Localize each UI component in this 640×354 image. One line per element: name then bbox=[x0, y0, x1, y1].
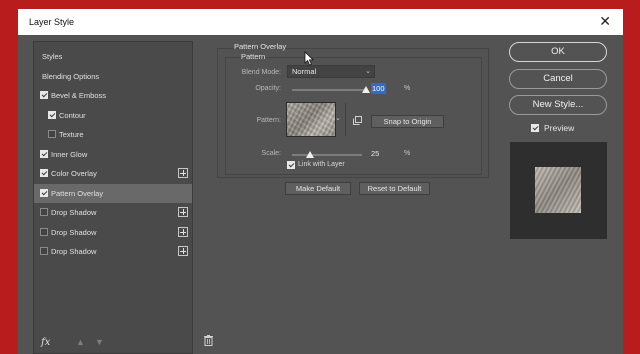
preview-checkbox[interactable] bbox=[531, 124, 539, 132]
chevron-down-icon[interactable]: ⌄ bbox=[335, 114, 341, 122]
snap-to-origin-button[interactable]: Snap to Origin bbox=[371, 115, 444, 128]
sidebar-item[interactable]: Blending Options bbox=[34, 67, 192, 86]
sidebar-item-checkbox[interactable] bbox=[48, 130, 56, 138]
add-effect-icon[interactable] bbox=[178, 246, 188, 256]
add-effect-icon[interactable] bbox=[178, 207, 188, 217]
fx-icon[interactable]: fx bbox=[41, 337, 50, 348]
link-with-layer-checkbox[interactable] bbox=[287, 161, 295, 169]
sidebar-item-label: Drop Shadow bbox=[51, 227, 97, 237]
sidebar-item-checkbox[interactable] bbox=[40, 227, 48, 236]
trash-icon[interactable] bbox=[204, 335, 213, 346]
sidebar-item-checkbox[interactable] bbox=[40, 91, 48, 99]
sidebar-item-label: Styles bbox=[42, 52, 63, 61]
preview-swatch bbox=[535, 167, 581, 213]
link-with-layer-label: Link with Layer bbox=[298, 161, 345, 168]
sidebar-toolbar: fx ▲ ▼ bbox=[34, 331, 213, 353]
sidebar-item-label: Bevel & Emboss bbox=[51, 91, 107, 100]
sidebar-item[interactable]: Drop Shadow bbox=[34, 242, 192, 261]
sidebar-item-checkbox[interactable] bbox=[40, 208, 48, 216]
sidebar-item-checkbox[interactable] bbox=[48, 110, 56, 119]
make-default-button[interactable]: Make Default bbox=[285, 182, 351, 195]
scale-label: Scale: bbox=[261, 150, 281, 157]
blend-mode-label: Blend Mode: bbox=[241, 69, 281, 76]
cancel-button[interactable]: Cancel bbox=[509, 69, 607, 89]
ok-button[interactable]: OK bbox=[509, 42, 607, 62]
sidebar-item[interactable]: Color Overlay bbox=[34, 164, 192, 183]
sidebar-item-label: Color Overlay bbox=[51, 169, 97, 178]
sidebar-item[interactable]: Styles bbox=[34, 47, 192, 66]
sidebar-item-label: Drop Shadow bbox=[51, 247, 97, 256]
sidebar-item-checkbox[interactable] bbox=[40, 188, 48, 197]
section-title: Pattern Overlay bbox=[234, 42, 287, 51]
sidebar-item-checkbox[interactable] bbox=[40, 149, 48, 158]
opacity-input[interactable]: 100 bbox=[371, 83, 386, 94]
sidebar-item[interactable]: Bevel & Emboss bbox=[34, 86, 192, 105]
sidebar-item[interactable]: Texture bbox=[34, 125, 192, 144]
scale-slider-track[interactable] bbox=[292, 154, 362, 156]
subsection-title: Pattern bbox=[241, 52, 266, 61]
mouse-cursor-icon bbox=[304, 51, 314, 66]
chevron-down-icon: ⌄ bbox=[365, 68, 371, 75]
sidebar-item-label: Drop Shadow bbox=[51, 208, 97, 217]
sidebar-item[interactable]: Drop Shadow bbox=[34, 203, 192, 222]
reset-to-default-button[interactable]: Reset to Default bbox=[359, 182, 430, 195]
sidebar-item-label: Blending Options bbox=[42, 71, 100, 81]
styles-sidebar: Drop Shadow Drop Shadow Drop Shadow Pattern… bbox=[33, 41, 213, 354]
scale-input[interactable]: 25 bbox=[371, 148, 379, 159]
preview-label: Preview bbox=[544, 123, 575, 133]
scale-unit: % bbox=[404, 150, 411, 157]
sidebar-item[interactable]: Inner Glow bbox=[34, 145, 192, 164]
sidebar-item-label: Texture bbox=[59, 130, 84, 139]
window-title: Layer Style bbox=[29, 17, 75, 27]
add-effect-icon[interactable] bbox=[178, 226, 188, 237]
opacity-slider-thumb[interactable] bbox=[362, 86, 370, 93]
pattern-picker[interactable] bbox=[286, 102, 336, 137]
sidebar-item-label: Inner Glow bbox=[51, 149, 88, 159]
blend-mode-select[interactable]: Normal ⌄ bbox=[287, 65, 375, 78]
scale-slider-thumb[interactable] bbox=[305, 151, 314, 158]
sidebar-item-label: Pattern Overlay bbox=[51, 188, 104, 198]
title-bar: Layer Style ✕ bbox=[18, 9, 623, 35]
add-effect-icon[interactable] bbox=[178, 168, 188, 178]
pattern-divider bbox=[345, 103, 346, 136]
sidebar-item[interactable]: Drop Shadow bbox=[34, 223, 192, 242]
style-preview bbox=[510, 142, 607, 239]
sidebar-item[interactable]: Contour bbox=[34, 106, 192, 125]
pattern-label: Pattern: bbox=[256, 117, 281, 124]
new-preset-icon[interactable] bbox=[353, 116, 362, 125]
opacity-unit: % bbox=[404, 85, 411, 92]
opacity-label: Opacity: bbox=[255, 85, 281, 92]
move-up-icon[interactable]: ▲ bbox=[76, 337, 85, 347]
layer-style-dialog: Drop Shadow Drop Shadow Drop Shadow Pattern… bbox=[18, 35, 623, 354]
sidebar-item[interactable]: Pattern Overlay bbox=[34, 183, 192, 203]
opacity-slider-track[interactable] bbox=[292, 89, 366, 91]
move-down-icon[interactable]: ▼ bbox=[95, 337, 104, 347]
new-style-button[interactable]: New Style... bbox=[509, 95, 607, 115]
sidebar-item-checkbox[interactable] bbox=[40, 169, 48, 177]
sidebar-item-label: Contour bbox=[59, 110, 86, 120]
blend-mode-value: Normal bbox=[292, 67, 317, 76]
close-icon[interactable]: ✕ bbox=[599, 13, 611, 30]
sidebar-item-checkbox[interactable] bbox=[40, 247, 48, 255]
